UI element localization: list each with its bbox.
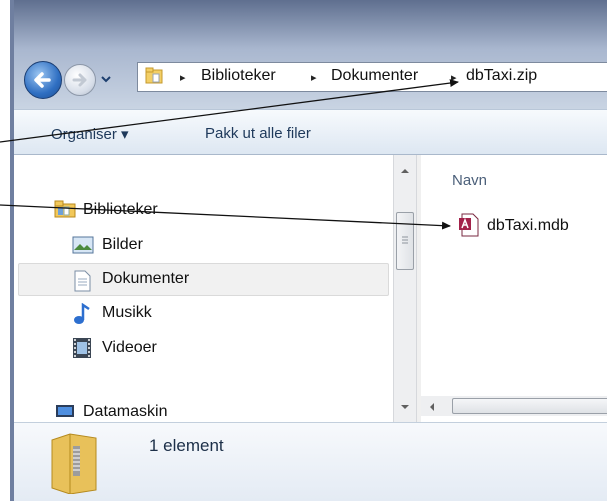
annotation-arrow-mdb	[0, 204, 451, 230]
annotation-arrow-zip	[0, 79, 459, 143]
annotation-overlay	[0, 79, 459, 230]
